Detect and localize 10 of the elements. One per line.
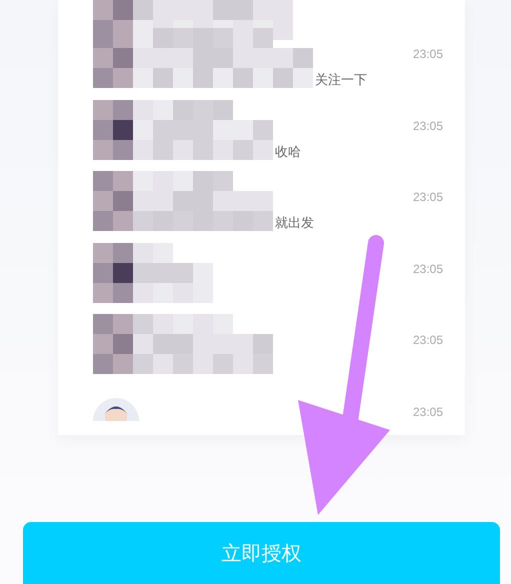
authorize-button[interactable]: 立即授权 bbox=[23, 522, 500, 584]
message-time: 23:05 bbox=[412, 118, 443, 132]
message-time: 23:05 bbox=[412, 47, 443, 61]
message-time: 23:05 bbox=[412, 262, 443, 276]
message-preview: 关注一下 bbox=[315, 72, 367, 89]
message-time: 23:05 bbox=[412, 404, 443, 418]
message-preview: 就出发 bbox=[275, 215, 314, 232]
message-time: 23:05 bbox=[412, 333, 443, 347]
message-time: 23:05 bbox=[412, 190, 443, 204]
message-preview: 收哈 bbox=[275, 144, 301, 160]
